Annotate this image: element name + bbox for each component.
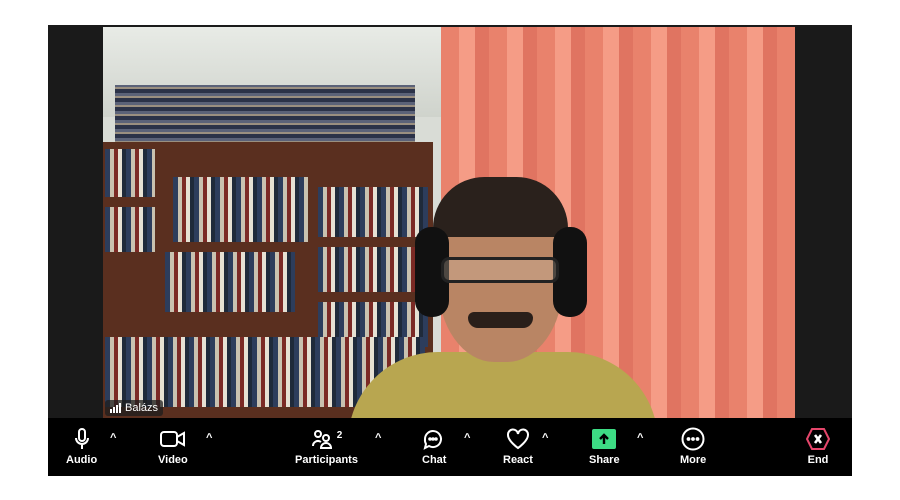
more-icon [681,426,705,452]
books [105,149,155,197]
participant-name-badge: Balázs [105,400,164,416]
react-options-caret[interactable]: ^ [542,432,548,444]
video-button[interactable]: Video [158,426,188,466]
end-call-icon [806,426,830,452]
meeting-toolbar: Audio ^ Video ^ 2 Participants ^ Chat ^ … [48,418,852,476]
participant-count: 2 [336,429,343,441]
react-button[interactable]: React [503,426,533,466]
books [173,177,308,242]
video-options-caret[interactable]: ^ [206,432,212,444]
video-camera-icon [159,426,186,452]
mustache [468,312,533,328]
meeting-window: Balázs Audio ^ Video ^ 2 Participants ^ … [48,25,852,476]
participant-video: Balázs [103,27,795,418]
participants-options-caret[interactable]: ^ [375,432,381,444]
chat-icon [422,426,446,452]
microphone-icon [74,426,89,452]
audio-button[interactable]: Audio [66,426,97,466]
glasses [441,257,559,283]
audio-options-caret[interactable]: ^ [110,432,116,444]
more-button[interactable]: More [680,426,706,466]
cd-stack [115,85,415,147]
participants-button[interactable]: 2 Participants [295,426,358,467]
share-screen-icon [592,426,617,452]
books [318,247,428,292]
end-button[interactable]: End [806,426,830,466]
heart-icon [506,426,530,452]
books [318,187,428,237]
signal-strength-icon [110,403,121,413]
books [105,207,155,252]
participant-name: Balázs [125,402,159,414]
chat-options-caret[interactable]: ^ [464,432,470,444]
chat-button[interactable]: Chat [422,426,446,466]
share-options-caret[interactable]: ^ [637,432,643,444]
share-button[interactable]: Share [589,426,620,466]
participants-icon [311,430,332,449]
books [165,252,295,312]
